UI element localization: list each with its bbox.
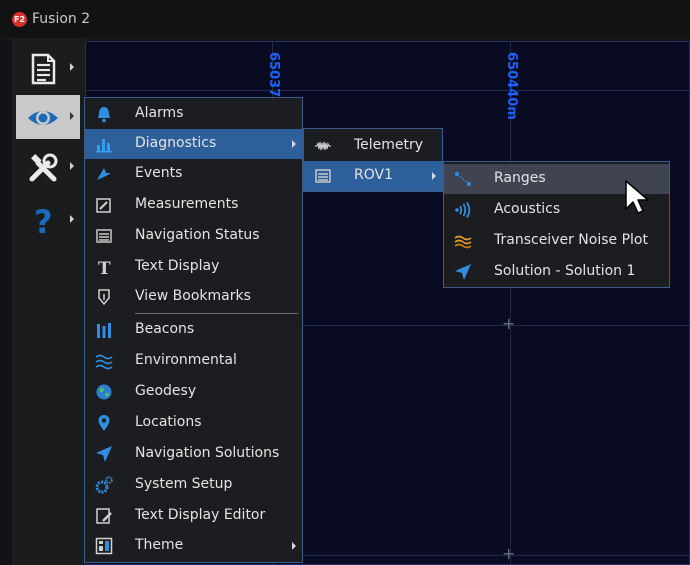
menu-item-transceiver-noise-plot[interactable]: Transceiver Noise Plot — [444, 226, 669, 256]
menu-item-navigation-solutions[interactable]: Navigation Solutions — [85, 439, 302, 469]
pencil-icon — [96, 508, 112, 524]
help-menu-button[interactable]: ? — [16, 198, 80, 242]
view-menu: Alarms Diagnostics Events Measurements N… — [84, 97, 303, 563]
menu-item-theme[interactable]: Theme — [85, 531, 302, 561]
menu-item-locations[interactable]: Locations — [85, 408, 302, 438]
left-toolbar: ? — [12, 38, 85, 565]
chevron-right-icon — [70, 63, 74, 71]
menu-item-rov1[interactable]: ROV1 — [304, 161, 442, 191]
easting-label: 65037 — [266, 52, 281, 98]
menu-item-solution-1[interactable]: Solution - Solution 1 — [444, 257, 669, 287]
bar-chart-icon — [96, 139, 112, 153]
title-bar: F2 Fusion 2 — [0, 0, 690, 39]
document-menu-button[interactable] — [16, 46, 80, 90]
svg-text:T: T — [98, 259, 111, 276]
menu-item-text-display[interactable]: T Text Display — [85, 252, 302, 282]
waves-icon — [95, 354, 113, 370]
grid-line — [86, 90, 689, 91]
menu-item-geodesy[interactable]: Geodesy — [85, 377, 302, 407]
app-logo-icon: F2 — [12, 12, 27, 27]
pin-icon — [98, 415, 110, 431]
menu-item-view-bookmarks[interactable]: View Bookmarks — [85, 282, 302, 312]
chevron-right-icon — [70, 112, 74, 120]
acoustics-icon — [455, 202, 471, 218]
chevron-right-icon — [432, 172, 436, 180]
tools-menu-button[interactable] — [16, 145, 80, 189]
ranges-icon — [455, 172, 471, 186]
nav-arrow-icon — [455, 264, 471, 280]
svg-text:?: ? — [34, 204, 53, 238]
text-icon: T — [98, 259, 111, 276]
menu-item-events[interactable]: Events — [85, 159, 302, 189]
chevron-right-icon — [292, 140, 296, 148]
bookmark-icon — [98, 289, 110, 306]
menu-item-telemetry[interactable]: Telemetry — [304, 131, 442, 161]
document-icon — [31, 53, 56, 85]
bell-icon — [98, 107, 110, 123]
grid-cross-marker: + — [502, 314, 516, 333]
panel-icon — [315, 169, 331, 183]
tools-icon — [29, 153, 58, 182]
menu-item-diagnostics[interactable]: Diagnostics — [85, 129, 302, 159]
chevron-right-icon — [70, 215, 74, 223]
menu-item-beacons[interactable]: Beacons — [85, 315, 302, 345]
edit-icon — [96, 198, 111, 213]
beacons-icon — [97, 323, 111, 338]
noise-icon — [454, 235, 472, 249]
flag-icon — [97, 168, 111, 180]
mouse-cursor-icon — [625, 180, 649, 214]
signal-icon — [315, 141, 331, 151]
diagnostics-submenu: Telemetry ROV1 — [303, 128, 443, 192]
nav-arrow-icon — [96, 446, 112, 462]
help-icon: ? — [34, 204, 53, 238]
easting-label: 650440m — [504, 52, 519, 120]
grid-cross-marker: + — [502, 544, 516, 563]
menu-item-system-setup[interactable]: System Setup — [85, 470, 302, 500]
menu-item-text-display-editor[interactable]: Text Display Editor — [85, 501, 302, 531]
eye-icon — [28, 111, 58, 125]
chevron-right-icon — [292, 542, 296, 550]
menu-item-measurements[interactable]: Measurements — [85, 190, 302, 220]
gears-icon — [95, 476, 113, 494]
menu-item-navigation-status[interactable]: Navigation Status — [85, 221, 302, 251]
globe-icon — [96, 384, 112, 400]
app-title: Fusion 2 — [32, 11, 91, 27]
menu-separator — [135, 313, 298, 314]
panel-icon — [96, 229, 112, 243]
theme-icon — [95, 537, 113, 555]
chevron-right-icon — [70, 162, 74, 170]
menu-item-alarms[interactable]: Alarms — [85, 99, 302, 129]
menu-item-environmental[interactable]: Environmental — [85, 346, 302, 376]
view-menu-button[interactable] — [16, 95, 80, 139]
grid-line — [510, 42, 511, 564]
